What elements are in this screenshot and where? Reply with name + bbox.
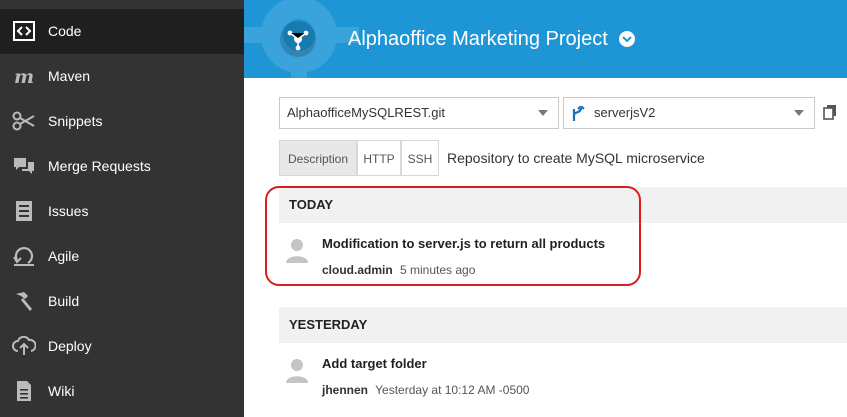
- branch-select[interactable]: serverjsV2: [563, 97, 815, 129]
- branch-select-value: serverjsV2: [594, 105, 656, 120]
- sidebar-item-snippets[interactable]: Snippets: [0, 99, 244, 144]
- sidebar-item-label: Maven: [48, 68, 91, 84]
- commit-message[interactable]: Add target folder: [322, 355, 427, 373]
- sidebar-item-issues[interactable]: Issues: [0, 189, 244, 234]
- commit-time: Yesterday at 10:12 AM -0500: [375, 383, 530, 397]
- sidebar-item-label: Merge Requests: [48, 158, 151, 174]
- tab-ssh[interactable]: SSH: [401, 140, 439, 176]
- sidebar-item-label: Snippets: [48, 113, 103, 129]
- hammer-icon: [12, 290, 36, 312]
- commit-author[interactable]: cloud.admin: [322, 263, 393, 277]
- merge-requests-icon: [12, 155, 36, 177]
- commit-group-header-yesterday: YESTERDAY: [279, 307, 847, 343]
- scissors-icon: [12, 110, 36, 132]
- sidebar-item-label: Issues: [48, 203, 89, 219]
- sidebar-item-label: Wiki: [48, 383, 75, 399]
- branch-icon: [572, 106, 585, 121]
- project-icon: [280, 21, 316, 57]
- issues-icon: [12, 200, 36, 222]
- user-avatar-icon: [286, 359, 308, 383]
- dropdown-arrow-icon: [538, 110, 548, 116]
- sidebar-item-code[interactable]: Code: [0, 9, 244, 54]
- copy-icon[interactable]: [823, 104, 837, 120]
- sidebar-item-merge-requests[interactable]: Merge Requests: [0, 144, 244, 189]
- cloud-upload-icon: [12, 335, 36, 357]
- sidebar-item-build[interactable]: Build: [0, 279, 244, 324]
- commit-time: 5 minutes ago: [400, 263, 476, 277]
- clone-tabs: Description HTTP SSH Repository to creat…: [279, 140, 847, 176]
- sidebar-item-label: Deploy: [48, 338, 92, 354]
- commit-meta: cloud.admin 5 minutes ago: [322, 262, 475, 278]
- user-avatar-icon: [286, 239, 308, 263]
- sidebar-item-label: Build: [48, 293, 80, 309]
- commit-group-header-today: TODAY: [279, 187, 847, 223]
- dropdown-arrow-icon: [794, 110, 804, 116]
- tab-http[interactable]: HTTP: [357, 140, 401, 176]
- document-icon: [12, 380, 36, 402]
- sidebar-item-label: Agile: [48, 248, 80, 264]
- sidebar-item-maven[interactable]: m Maven: [0, 54, 244, 99]
- repository-select[interactable]: AlphaofficeMySQLREST.git: [279, 97, 559, 129]
- chevron-down-icon[interactable]: [619, 31, 635, 47]
- commit-author[interactable]: jhennen: [322, 383, 368, 397]
- code-icon: [12, 20, 36, 42]
- maven-icon: m: [12, 65, 36, 87]
- svg-text:m: m: [14, 66, 34, 86]
- commit-message[interactable]: Modification to server.js to return all …: [322, 235, 605, 253]
- tab-description[interactable]: Description: [279, 140, 357, 176]
- project-title[interactable]: Alphaoffice Marketing Project: [348, 26, 608, 52]
- sidebar-item-agile[interactable]: Agile: [0, 234, 244, 279]
- repository-select-value: AlphaofficeMySQLREST.git: [287, 105, 445, 120]
- sidebar: Code m Maven Snippets Merge Requests Iss…: [0, 0, 244, 417]
- agile-icon: [12, 245, 36, 267]
- commit-meta: jhennen Yesterday at 10:12 AM -0500: [322, 382, 529, 398]
- sidebar-item-label: Code: [48, 23, 82, 39]
- sidebar-item-deploy[interactable]: Deploy: [0, 324, 244, 369]
- sidebar-item-wiki[interactable]: Wiki: [0, 369, 244, 414]
- repository-description: Repository to create MySQL microservice: [447, 150, 705, 166]
- project-header: Alphaoffice Marketing Project: [244, 0, 847, 78]
